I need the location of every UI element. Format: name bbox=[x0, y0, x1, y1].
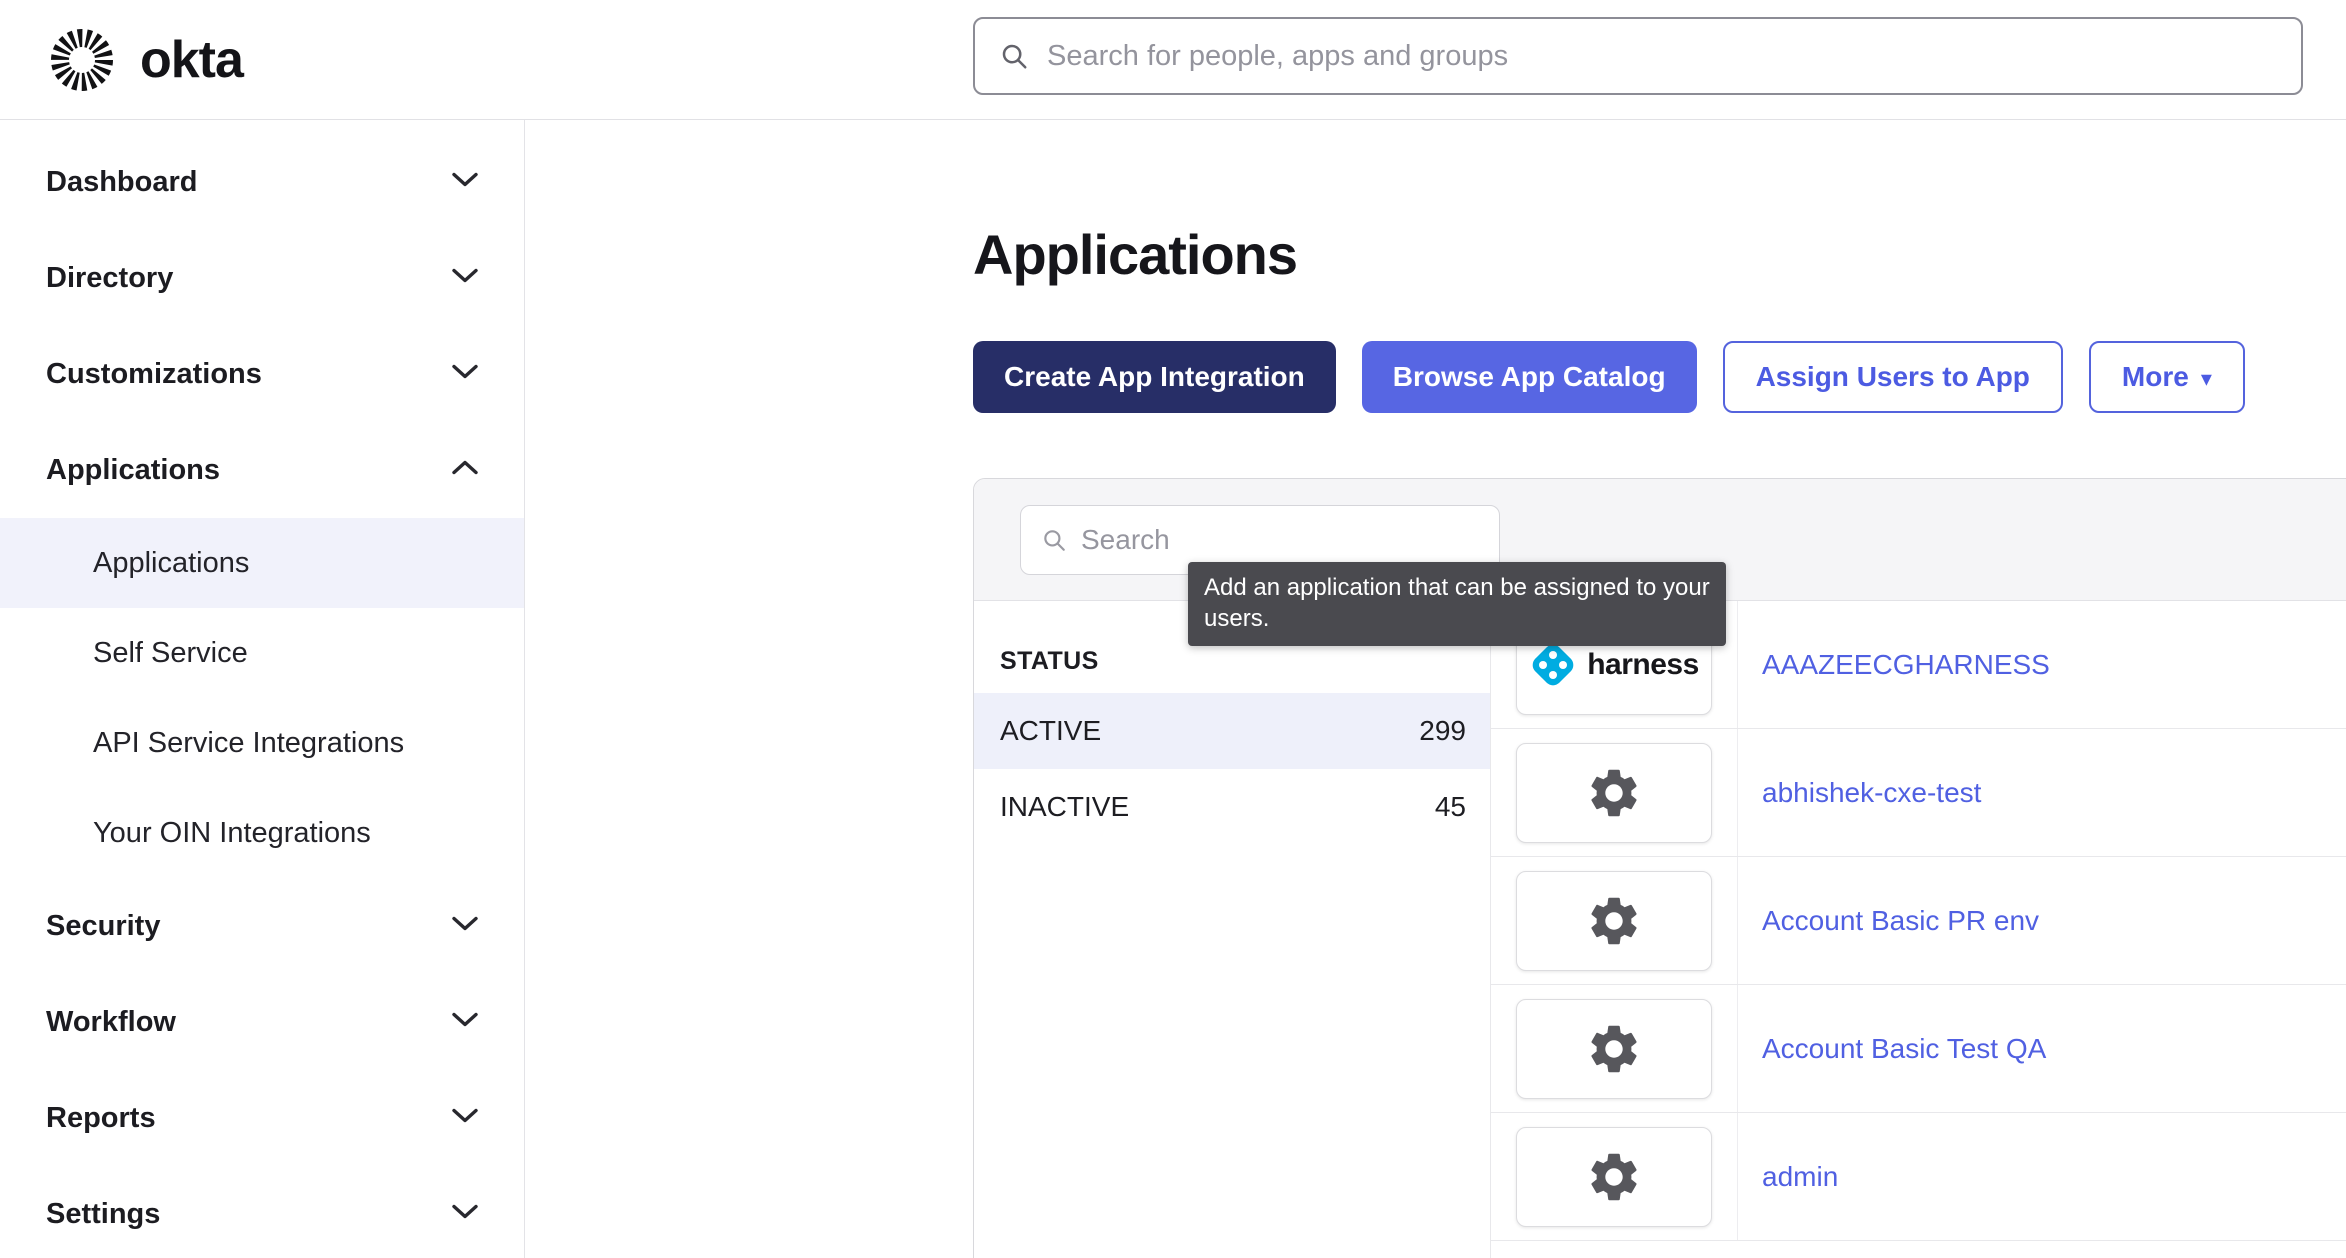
sidebar-subitem-label: Applications bbox=[93, 547, 249, 580]
status-filter-header: STATUS bbox=[974, 647, 1490, 693]
chevron-down-icon bbox=[452, 916, 478, 931]
filter-count: 299 bbox=[1419, 715, 1466, 747]
app-logo-tile bbox=[1516, 871, 1712, 971]
app-name-link[interactable]: Account Basic Test QA bbox=[1762, 1033, 2046, 1065]
filter-label: ACTIVE bbox=[1000, 715, 1101, 747]
topbar: okta bbox=[0, 0, 2346, 120]
sidebar-item-settings[interactable]: Settings bbox=[0, 1166, 524, 1258]
app-name-cell: abhishek-cxe-test bbox=[1738, 729, 2346, 856]
sidebar-subitem-applications[interactable]: Applications bbox=[0, 518, 524, 608]
harness-logo-icon: harness bbox=[1529, 641, 1699, 689]
chevron-down-icon bbox=[452, 1012, 478, 1027]
sidebar-item-reports[interactable]: Reports bbox=[0, 1070, 524, 1166]
button-label: Browse App Catalog bbox=[1393, 361, 1666, 393]
app-name-cell: AAAZEECGHARNESS bbox=[1738, 601, 2346, 728]
button-label: Assign Users to App bbox=[1756, 361, 2030, 393]
app-logo-tile bbox=[1516, 999, 1712, 1099]
sidebar-item-label: Directory bbox=[46, 262, 173, 295]
chevron-down-icon bbox=[452, 172, 478, 187]
app-list: harness AAAZEECGHARNESS abhishek-cxe-test A… bbox=[1491, 601, 2346, 1258]
sidebar-subitem-label: Self Service bbox=[93, 637, 248, 670]
sidebar-item-label: Security bbox=[46, 910, 160, 943]
button-label: More bbox=[2122, 361, 2189, 393]
app-row: admin bbox=[1491, 1113, 2346, 1241]
gear-icon bbox=[1585, 1148, 1643, 1206]
app-name-link[interactable]: abhishek-cxe-test bbox=[1762, 777, 1981, 809]
gear-icon bbox=[1585, 1020, 1643, 1078]
sidebar-item-label: Workflow bbox=[46, 1006, 176, 1039]
filter-row-inactive[interactable]: INACTIVE 45 bbox=[974, 769, 1490, 845]
okta-admin-console: okta Dashboard Directory Customizations … bbox=[0, 0, 2346, 1258]
sidebar-item-label: Reports bbox=[46, 1102, 156, 1135]
sidebar-item-dashboard[interactable]: Dashboard bbox=[0, 134, 524, 230]
app-logo-cell bbox=[1491, 985, 1738, 1112]
app-logo-cell bbox=[1491, 729, 1738, 856]
app-logo-tile bbox=[1516, 743, 1712, 843]
app-name-link[interactable]: Account Basic PR env bbox=[1762, 905, 2039, 937]
chevron-down-icon bbox=[452, 268, 478, 283]
sidebar-item-label: Applications bbox=[46, 454, 220, 487]
search-icon bbox=[1041, 527, 1067, 553]
harness-mark-icon bbox=[1529, 641, 1577, 689]
caret-down-icon: ▾ bbox=[2201, 368, 2212, 390]
global-search bbox=[973, 17, 2303, 95]
app-name-cell: Account Basic Test QA bbox=[1738, 985, 2346, 1112]
app-row: Account Basic Test QA bbox=[1491, 985, 2346, 1113]
app-logo-cell bbox=[1491, 1113, 1738, 1240]
action-buttons: Create App Integration Browse App Catalog… bbox=[973, 341, 2245, 413]
sidebar-subitem-your-oin-integrations[interactable]: Your OIN Integrations bbox=[0, 788, 524, 878]
okta-spinner-icon bbox=[50, 28, 114, 92]
app-name-cell: admin bbox=[1738, 1113, 2346, 1240]
applications-panel: STATUS ACTIVE 299 INACTIVE 45 harness AAAZEE… bbox=[973, 478, 2346, 1258]
okta-logo[interactable]: okta bbox=[50, 0, 243, 120]
browse-app-catalog-button[interactable]: Browse App Catalog bbox=[1362, 341, 1697, 413]
assign-users-to-app-button[interactable]: Assign Users to App bbox=[1723, 341, 2063, 413]
gear-icon bbox=[1585, 892, 1643, 950]
app-row: abhishek-cxe-test bbox=[1491, 729, 2346, 857]
harness-logo-text: harness bbox=[1587, 648, 1699, 682]
search-icon bbox=[999, 41, 1029, 71]
filter-count: 45 bbox=[1435, 791, 1466, 823]
filter-row-active[interactable]: ACTIVE 299 bbox=[974, 693, 1490, 769]
sidebar-item-label: Dashboard bbox=[46, 166, 197, 199]
status-filter: STATUS ACTIVE 299 INACTIVE 45 bbox=[974, 601, 1491, 1258]
global-search-input[interactable] bbox=[1047, 40, 2277, 73]
sidebar-nav: Dashboard Directory Customizations Appli… bbox=[0, 120, 525, 1258]
chevron-down-icon bbox=[452, 1204, 478, 1219]
app-logo-cell bbox=[1491, 857, 1738, 984]
sidebar-item-workflow[interactable]: Workflow bbox=[0, 974, 524, 1070]
chevron-down-icon bbox=[452, 364, 478, 379]
sidebar-item-label: Customizations bbox=[46, 358, 262, 391]
status-filter-rows: ACTIVE 299 INACTIVE 45 bbox=[974, 693, 1490, 845]
app-name-link[interactable]: admin bbox=[1762, 1161, 1838, 1193]
panel-body: STATUS ACTIVE 299 INACTIVE 45 harness AAAZEE… bbox=[974, 601, 2346, 1258]
filter-label: INACTIVE bbox=[1000, 791, 1129, 823]
app-search-input[interactable] bbox=[1081, 524, 1479, 556]
sidebar-subitem-api-service-integrations[interactable]: API Service Integrations bbox=[0, 698, 524, 788]
sidebar-subitem-label: Your OIN Integrations bbox=[93, 817, 371, 850]
tooltip: Add an application that can be assigned … bbox=[1188, 562, 1726, 646]
sidebar-item-security[interactable]: Security bbox=[0, 878, 524, 974]
chevron-down-icon bbox=[452, 1108, 478, 1123]
sidebar-item-label: Settings bbox=[46, 1198, 160, 1231]
sidebar-item-directory[interactable]: Directory bbox=[0, 230, 524, 326]
app-logo-tile bbox=[1516, 1127, 1712, 1227]
sidebar-subitem-self-service[interactable]: Self Service bbox=[0, 608, 524, 698]
button-label: Create App Integration bbox=[1004, 361, 1305, 393]
sidebar-subitem-label: API Service Integrations bbox=[93, 727, 404, 760]
page-title: Applications bbox=[973, 222, 1297, 287]
create-app-integration-button[interactable]: Create App Integration bbox=[973, 341, 1336, 413]
sidebar-item-applications[interactable]: Applications bbox=[0, 422, 524, 518]
gear-icon bbox=[1585, 764, 1643, 822]
app-name-cell: Account Basic PR env bbox=[1738, 857, 2346, 984]
sidebar-item-customizations[interactable]: Customizations bbox=[0, 326, 524, 422]
app-row: Account Basic PR env bbox=[1491, 857, 2346, 985]
app-name-link[interactable]: AAAZEECGHARNESS bbox=[1762, 649, 2050, 681]
chevron-up-icon bbox=[452, 460, 478, 475]
okta-wordmark: okta bbox=[140, 30, 243, 90]
more-button[interactable]: More ▾ bbox=[2089, 341, 2245, 413]
